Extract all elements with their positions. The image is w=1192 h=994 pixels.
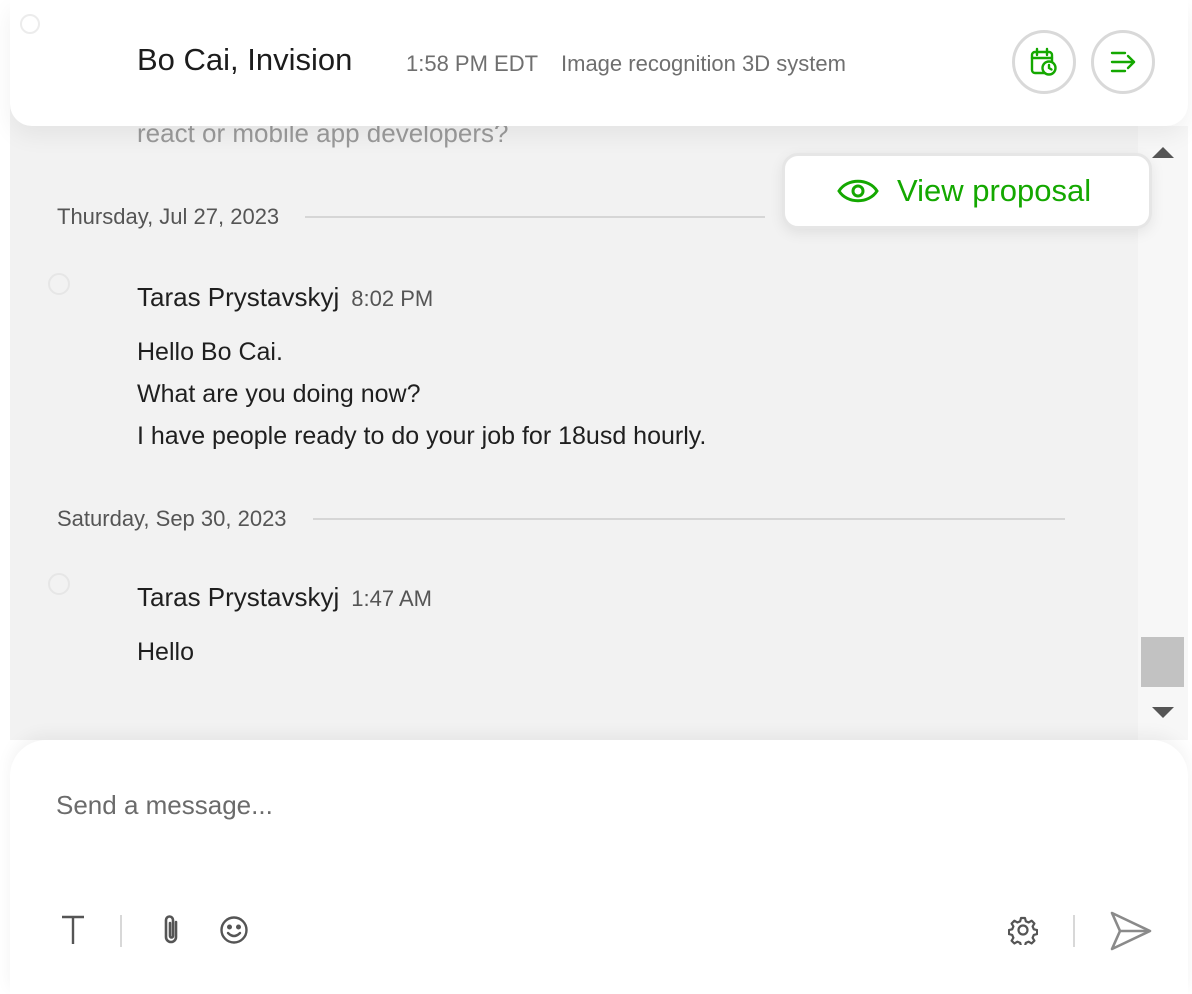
attach-button[interactable] xyxy=(154,910,188,950)
message-line: Hello Bo Cai. xyxy=(137,338,283,366)
scroll-thumb[interactable] xyxy=(1141,637,1184,687)
text-format-button[interactable] xyxy=(58,910,88,950)
message-header: Taras Prystavskyj 8:02 PM xyxy=(137,282,433,313)
paperclip-icon xyxy=(164,915,178,944)
sender-name[interactable]: Taras Prystavskyj xyxy=(137,582,339,612)
toolbar-separator xyxy=(120,915,122,947)
toolbar-separator xyxy=(1073,915,1075,947)
emoji-icon xyxy=(220,916,248,944)
date-divider: Thursday, Jul 27, 2023 xyxy=(57,202,766,232)
send-button[interactable] xyxy=(1108,908,1154,954)
send-icon xyxy=(1110,911,1152,951)
details-panel-button[interactable] xyxy=(1091,30,1155,94)
date-divider: Saturday, Sep 30, 2023 xyxy=(57,504,1065,534)
eye-icon xyxy=(837,179,879,203)
date-label: Saturday, Sep 30, 2023 xyxy=(57,506,287,531)
schedule-button[interactable] xyxy=(1012,30,1076,94)
divider-line xyxy=(312,518,1065,520)
message-body: Hello xyxy=(137,631,194,673)
view-proposal-label: View proposal xyxy=(897,173,1092,208)
message-body: Hello Bo Cai. What are you doing now? I … xyxy=(137,331,706,457)
chat-header: Bo Cai, Invision 1:58 PM EDT Image recog… xyxy=(10,0,1188,126)
message-line: I have people ready to do your job for 1… xyxy=(137,422,707,450)
scroll-down-arrow-icon[interactable] xyxy=(1152,707,1174,718)
scroll-up-arrow-icon[interactable] xyxy=(1152,147,1174,158)
calendar-clock-icon xyxy=(1030,47,1057,76)
gear-icon xyxy=(1008,916,1038,945)
message-time: 8:02 PM xyxy=(351,286,434,311)
message-header: Taras Prystavskyj 1:47 AM xyxy=(137,582,432,613)
avatar xyxy=(48,273,70,295)
sender-name[interactable]: Taras Prystavskyj xyxy=(137,282,339,312)
message-time: 1:47 AM xyxy=(351,586,432,611)
message-line: What are you doing now? xyxy=(137,380,421,408)
view-proposal-button[interactable]: View proposal xyxy=(782,153,1152,229)
message-composer xyxy=(10,740,1188,994)
avatar xyxy=(48,573,70,595)
message-line: Hello xyxy=(137,638,194,666)
divider-line xyxy=(305,216,766,218)
emoji-button[interactable] xyxy=(216,910,252,950)
message-input[interactable] xyxy=(56,790,1056,821)
text-format-icon xyxy=(62,915,84,944)
job-title[interactable]: Image recognition 3D system xyxy=(561,51,846,77)
avatar-placeholder xyxy=(20,14,40,34)
date-label: Thursday, Jul 27, 2023 xyxy=(57,204,280,229)
side-panel-arrow-icon xyxy=(1110,51,1136,73)
settings-button[interactable] xyxy=(1006,910,1040,950)
local-time: 1:58 PM EDT xyxy=(406,51,539,76)
chat-title[interactable]: Bo Cai, Invision xyxy=(137,42,352,78)
